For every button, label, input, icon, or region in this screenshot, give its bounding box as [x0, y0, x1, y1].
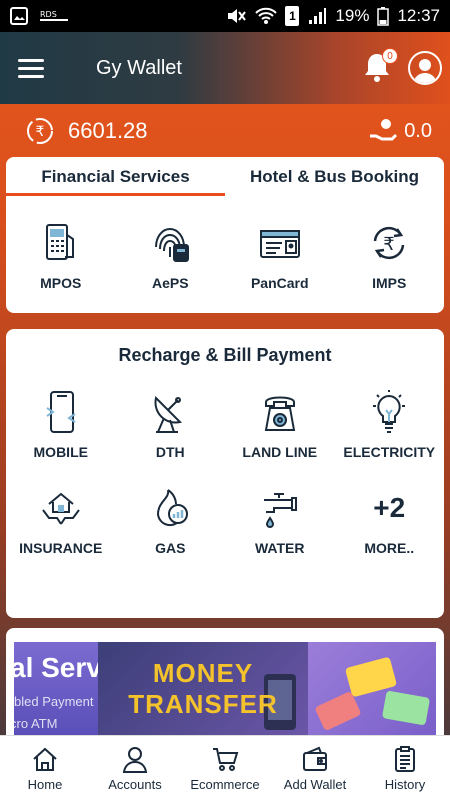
- service-tabs: Financial Services Hotel & Bus Booking: [6, 157, 444, 197]
- rupee-transfer-icon: ₹: [374, 226, 405, 260]
- cart-icon: [213, 747, 239, 771]
- more-count-badge: +2: [373, 492, 406, 523]
- service-label: MORE..: [364, 540, 415, 556]
- promo-banner[interactable]: al Services bled Payment cro ATM MONEY T…: [14, 642, 436, 736]
- wallet-balance: 6601.28: [68, 118, 148, 143]
- banner-center-panel: MONEY TRANSFER: [98, 642, 308, 736]
- mobile-icon: [46, 391, 76, 433]
- nav-ecommerce[interactable]: Ecommerce: [180, 736, 270, 800]
- nav-history[interactable]: History: [360, 736, 450, 800]
- wallet-icon: [303, 746, 327, 771]
- banner-money-text: MONEY: [152, 658, 254, 688]
- nav-add-wallet[interactable]: Add Wallet: [270, 736, 360, 800]
- recharge-more[interactable]: +2 MORE..: [335, 486, 445, 556]
- recharge-bill-card: Recharge & Bill Payment MOBILE DTH LAND …: [6, 329, 444, 618]
- service-label: WATER: [254, 540, 305, 556]
- app-title: Gy Wallet: [96, 56, 182, 79]
- cashback-hand-icon: [370, 119, 398, 141]
- id-card-icon: [259, 230, 300, 258]
- financial-services-card: Financial Services Hotel & Bus Booking M…: [6, 157, 444, 313]
- service-mpos[interactable]: MPOS: [6, 221, 116, 291]
- recharge-electricity[interactable]: ELECTRICITY: [335, 390, 445, 460]
- mute-icon: [228, 9, 247, 23]
- notification-count: 0: [382, 48, 398, 64]
- app-bar: Gy Wallet 0: [0, 32, 450, 104]
- tab-hotel-bus-booking[interactable]: Hotel & Bus Booking: [225, 157, 444, 197]
- banner-right-panel: [308, 642, 436, 736]
- service-label: PanCard: [250, 275, 309, 291]
- rupee-cycle-icon: ₹: [27, 118, 53, 144]
- notification-button[interactable]: 0: [360, 48, 398, 86]
- service-label: ELECTRICITY: [343, 444, 436, 460]
- nav-label: History: [384, 776, 426, 792]
- service-label: INSURANCE: [19, 540, 103, 556]
- card-machine-icon: [45, 224, 74, 260]
- profile-icon[interactable]: [408, 51, 442, 85]
- home-icon: [33, 747, 57, 771]
- house-hands-icon: [41, 492, 80, 525]
- svg-text:₹: ₹: [36, 124, 45, 140]
- flame-icon: [157, 489, 189, 527]
- bulb-icon: [373, 390, 406, 433]
- nav-label: Accounts: [108, 776, 162, 792]
- balance-row: ₹ 6601.28 0.0: [0, 112, 450, 150]
- recharge-water[interactable]: WATER: [225, 486, 335, 556]
- satellite-dish-icon: [154, 396, 183, 433]
- nav-label: Ecommerce: [190, 776, 260, 792]
- app-notification-icon: RDS: [40, 10, 68, 21]
- banner-card-shape: [314, 690, 362, 732]
- clipboard-icon: [395, 745, 415, 772]
- status-bar: RDS 1 19% 12:37: [0, 0, 450, 32]
- battery-percent: 19%: [335, 6, 370, 25]
- service-pancard[interactable]: PanCard: [225, 221, 335, 291]
- banner-left-sub1: bled Payment: [14, 694, 94, 709]
- gallery-icon: [10, 7, 28, 25]
- recharge-gas[interactable]: GAS: [116, 486, 226, 556]
- banner-transfer-text: TRANSFER: [128, 689, 278, 719]
- service-label: DTH: [155, 444, 185, 460]
- cashback-balance: 0.0: [404, 119, 432, 142]
- signal-icon: [309, 8, 327, 24]
- service-label: MPOS: [40, 275, 82, 291]
- banner-left-panel: al Services bled Payment cro ATM: [14, 642, 98, 736]
- service-label: GAS: [155, 540, 186, 556]
- recharge-mobile[interactable]: MOBILE: [6, 390, 116, 460]
- user-icon: [122, 746, 148, 773]
- service-aeps[interactable]: AePS: [116, 221, 226, 291]
- battery-icon: [377, 7, 390, 26]
- service-label: IMPS: [372, 275, 407, 291]
- svg-text:₹: ₹: [384, 234, 395, 255]
- tab-financial-services[interactable]: Financial Services: [6, 157, 225, 197]
- bottom-navigation: Home Accounts Ecommerce Add Wallet Histo…: [0, 735, 450, 800]
- sim-badge: 1: [285, 6, 300, 26]
- service-imps[interactable]: ₹ IMPS: [335, 221, 445, 291]
- recharge-landline[interactable]: LAND LINE: [225, 390, 335, 460]
- banner-left-sub2: cro ATM: [14, 716, 58, 731]
- section-title: Recharge & Bill Payment: [118, 345, 332, 365]
- service-label: AePS: [151, 275, 189, 291]
- wifi-icon: [255, 7, 278, 24]
- recharge-insurance[interactable]: INSURANCE: [6, 486, 116, 556]
- recharge-dth[interactable]: DTH: [116, 390, 226, 460]
- service-label: LAND LINE: [242, 444, 318, 460]
- nav-label: Add Wallet: [283, 776, 347, 792]
- fingerprint-icon: [155, 227, 190, 262]
- nav-home[interactable]: Home: [0, 736, 90, 800]
- nav-accounts[interactable]: Accounts: [90, 736, 180, 800]
- banner-card-shape: [381, 690, 431, 726]
- banner-left-title: al Services: [14, 652, 98, 683]
- menu-icon[interactable]: [18, 58, 44, 78]
- service-label: MOBILE: [33, 444, 88, 460]
- clock: 12:37: [397, 6, 440, 25]
- nav-label: Home: [27, 776, 63, 792]
- tap-icon: [263, 493, 297, 528]
- svg-text:RDS: RDS: [40, 10, 57, 19]
- telephone-icon: [264, 396, 295, 431]
